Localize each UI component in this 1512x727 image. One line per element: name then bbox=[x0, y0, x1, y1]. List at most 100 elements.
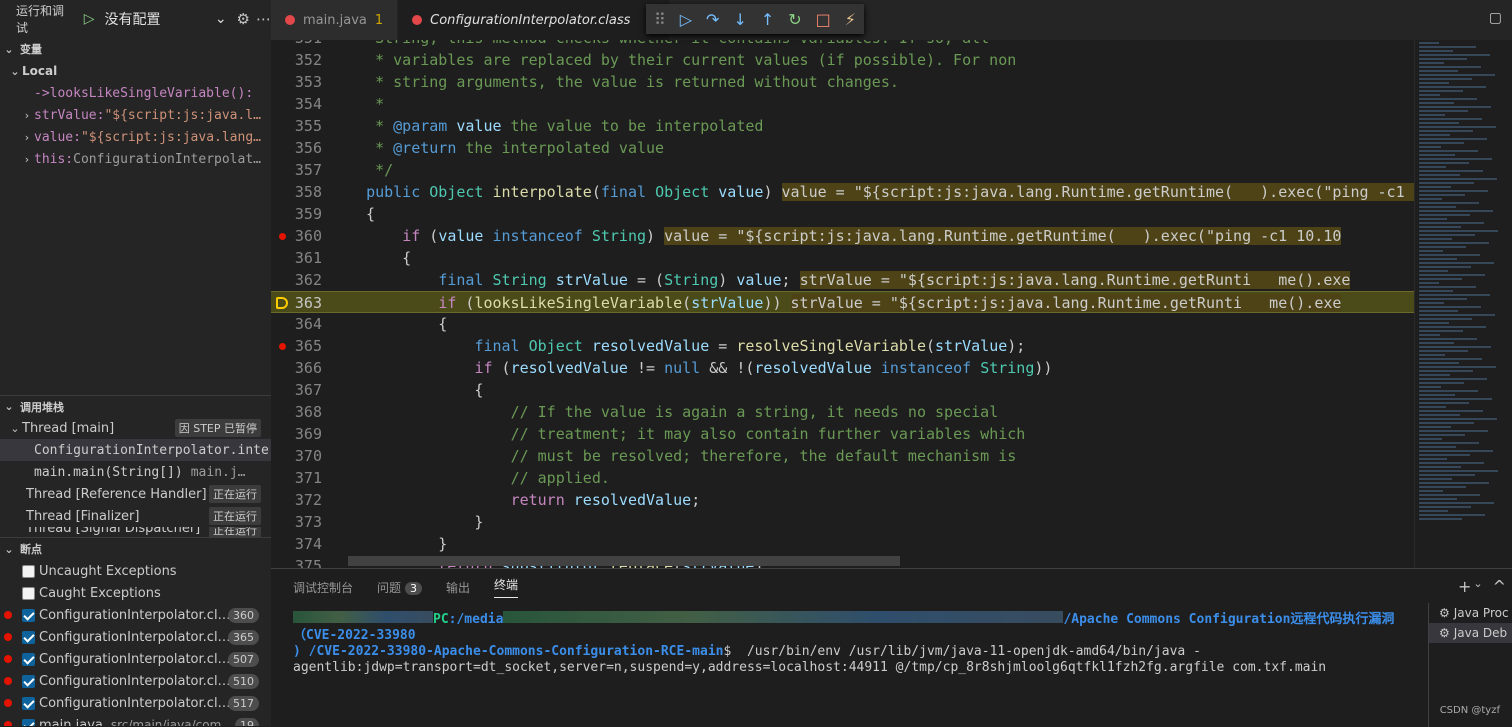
code-line[interactable]: 368 // If the value is again a string, i… bbox=[271, 401, 1414, 423]
code-line[interactable]: 373 } bbox=[271, 511, 1414, 533]
thread-row[interactable]: Thread [Finalizer] 正在运行 bbox=[0, 505, 271, 527]
checkbox[interactable] bbox=[22, 586, 35, 600]
variable-row[interactable]: › this: ConfigurationInterpolat… bbox=[0, 148, 271, 170]
code-view[interactable]: 351 String, this method checks whether i… bbox=[271, 27, 1468, 568]
checkbox[interactable] bbox=[22, 630, 35, 644]
restart-icon[interactable]: ↻ bbox=[788, 10, 801, 29]
code-line[interactable]: 367 { bbox=[271, 379, 1414, 401]
callstack-section-header[interactable]: ⌄ 调用堆栈 bbox=[0, 395, 271, 417]
code-line[interactable]: 371 // applied. bbox=[271, 467, 1414, 489]
minimap-line bbox=[1419, 474, 1475, 476]
variable-row[interactable]: › strValue: "${script:js:java.l… bbox=[0, 104, 271, 126]
checkbox[interactable] bbox=[22, 608, 35, 622]
step-into-icon[interactable]: ↓ bbox=[733, 10, 746, 29]
code-line[interactable]: 365 final Object resolvedValue = resolve… bbox=[271, 335, 1414, 357]
tab-debug-console[interactable]: 调试控制台 bbox=[293, 579, 353, 596]
start-debug-icon[interactable]: ▷ bbox=[84, 11, 95, 27]
minimap-line bbox=[1419, 166, 1446, 168]
checkbox[interactable] bbox=[22, 696, 35, 710]
code-line[interactable]: 372 return resolvedValue; bbox=[271, 489, 1414, 511]
tab-output[interactable]: 输出 bbox=[446, 579, 470, 596]
code-line[interactable]: 370 // must be resolved; therefore, the … bbox=[271, 445, 1414, 467]
step-out-icon[interactable]: ↑ bbox=[761, 10, 774, 29]
thread-row[interactable]: Thread [Signal Dispatcher] 正在运行 bbox=[0, 527, 271, 537]
tab-main-java[interactable]: main.java 1 bbox=[271, 0, 399, 40]
checkbox[interactable] bbox=[22, 718, 35, 726]
line-number: 374 bbox=[294, 535, 322, 553]
breakpoint-item[interactable]: ConfigurationInterpolator.cl… 510 bbox=[0, 670, 271, 692]
horizontal-scrollbar[interactable] bbox=[348, 556, 900, 566]
thread-row[interactable]: Thread [Reference Handler] 正在运行 bbox=[0, 483, 271, 505]
drag-grip-icon[interactable]: ⠿ bbox=[654, 10, 666, 29]
code-line[interactable]: 357 */ bbox=[271, 159, 1414, 181]
code-line[interactable]: 356 * @return the interpolated value bbox=[271, 137, 1414, 159]
checkbox[interactable] bbox=[22, 674, 35, 688]
breakpoint-item[interactable]: ConfigurationInterpolator.cl… 517 bbox=[0, 692, 271, 714]
breakpoint-item[interactable]: main.java src/main/java/com… 19 bbox=[0, 714, 271, 726]
tab-configuration-interpolator[interactable]: ConfigurationInterpolator.class × bbox=[398, 0, 671, 40]
minimap[interactable] bbox=[1414, 40, 1512, 568]
minimap-line bbox=[1419, 62, 1444, 64]
launch-config-value: 没有配置 bbox=[104, 12, 161, 28]
tab-problems[interactable]: 问题 3 bbox=[377, 579, 423, 596]
thread-main[interactable]: ⌄ Thread [main] 因 STEP 已暂停 bbox=[0, 417, 271, 439]
maximize-panel-icon[interactable]: ^ bbox=[1493, 577, 1506, 596]
minimap-line bbox=[1419, 90, 1463, 92]
terminal-output[interactable]: PC:/media/Apache Commons Configuration远程… bbox=[293, 611, 1413, 676]
terminal-item[interactable]: ⚙ Java Deb bbox=[1429, 623, 1512, 643]
callstack-title: 调用堆栈 bbox=[20, 400, 64, 414]
minimap-line bbox=[1419, 246, 1466, 248]
code-line[interactable]: 364 { bbox=[271, 313, 1414, 335]
code-line[interactable]: 374 } bbox=[271, 533, 1414, 555]
continue-icon[interactable]: ▷ bbox=[680, 10, 692, 29]
exception-breakpoint[interactable]: Caught Exceptions bbox=[0, 582, 271, 604]
variable-name: value: bbox=[34, 129, 81, 145]
current-code-line[interactable]: 363 if (looksLikeSingleVariable(strValue… bbox=[271, 291, 1414, 313]
breakpoints-section-header[interactable]: ⌄ 断点 bbox=[0, 538, 271, 560]
breakpoint-label: ConfigurationInterpolator.cl… bbox=[39, 673, 231, 689]
breakpoint-item[interactable]: ConfigurationInterpolator.cl… 360 bbox=[0, 604, 271, 626]
breakpoint-item[interactable]: ConfigurationInterpolator.cl… 507 bbox=[0, 648, 271, 670]
minimap-line bbox=[1419, 82, 1449, 84]
local-scope[interactable]: ⌄ Local bbox=[0, 60, 271, 82]
code-line[interactable]: 369 // treatment; it may also contain fu… bbox=[271, 423, 1414, 445]
variable-row[interactable]: ->looksLikeSingleVariable(): bbox=[0, 82, 271, 104]
code-line[interactable]: 354 * bbox=[271, 93, 1414, 115]
exception-breakpoint[interactable]: Uncaught Exceptions bbox=[0, 560, 271, 582]
code-line[interactable]: 359 { bbox=[271, 203, 1414, 225]
breakpoint-line: 517 bbox=[228, 695, 259, 711]
checkbox[interactable] bbox=[22, 564, 35, 578]
code-line[interactable]: 361 { bbox=[271, 247, 1414, 269]
variables-section-header[interactable]: ⌄ 变量 bbox=[0, 38, 271, 60]
more-icon[interactable]: ⋯ bbox=[256, 10, 271, 28]
code-text: { bbox=[348, 315, 448, 333]
code-line[interactable]: 362 final String strValue = (String) val… bbox=[271, 269, 1414, 291]
minimap-line bbox=[1419, 498, 1457, 500]
checkbox[interactable] bbox=[22, 652, 35, 666]
code-line[interactable]: 352 * variables are replaced by their cu… bbox=[271, 49, 1414, 71]
code-line[interactable]: 366 if (resolvedValue != null && !(resol… bbox=[271, 357, 1414, 379]
chevron-down-icon[interactable]: ⌄ bbox=[1473, 577, 1482, 596]
hot-code-replace-icon[interactable]: ⚡ bbox=[845, 10, 856, 29]
tab-terminal[interactable]: 终端 bbox=[494, 576, 519, 598]
line-number: 366 bbox=[294, 359, 322, 377]
stack-frame[interactable]: ConfigurationInterpolator.inter bbox=[0, 439, 271, 461]
minimap-line bbox=[1419, 102, 1454, 104]
minimap-line bbox=[1419, 178, 1497, 180]
code-line[interactable]: 358 public Object interpolate(final Obje… bbox=[271, 181, 1468, 203]
minimap-line bbox=[1419, 422, 1474, 424]
code-line[interactable]: 353 * string arguments, the value is ret… bbox=[271, 71, 1414, 93]
breakpoint-item[interactable]: ConfigurationInterpolator.cl… 365 bbox=[0, 626, 271, 648]
add-terminal-icon[interactable]: + bbox=[1458, 577, 1471, 596]
variable-row[interactable]: › value: "${script:js:java.lang… bbox=[0, 126, 271, 148]
code-line[interactable]: 355 * @param value the value to be inter… bbox=[271, 115, 1414, 137]
launch-config-select[interactable]: 没有配置 ⌄ bbox=[101, 9, 231, 29]
code-line[interactable]: 360 if (value instanceof String) value =… bbox=[271, 225, 1414, 247]
stack-frame[interactable]: main.main(String[]) main.j… bbox=[0, 461, 271, 483]
step-over-icon[interactable]: ↷ bbox=[706, 10, 719, 29]
terminal-item[interactable]: ⚙ Java Proc bbox=[1429, 603, 1512, 623]
chevron-down-icon: ⌄ bbox=[4, 42, 14, 56]
gear-icon[interactable]: ⚙ bbox=[237, 10, 250, 28]
split-editor-icon[interactable]: ▢ bbox=[1489, 10, 1502, 26]
stop-icon[interactable]: □ bbox=[816, 10, 831, 29]
